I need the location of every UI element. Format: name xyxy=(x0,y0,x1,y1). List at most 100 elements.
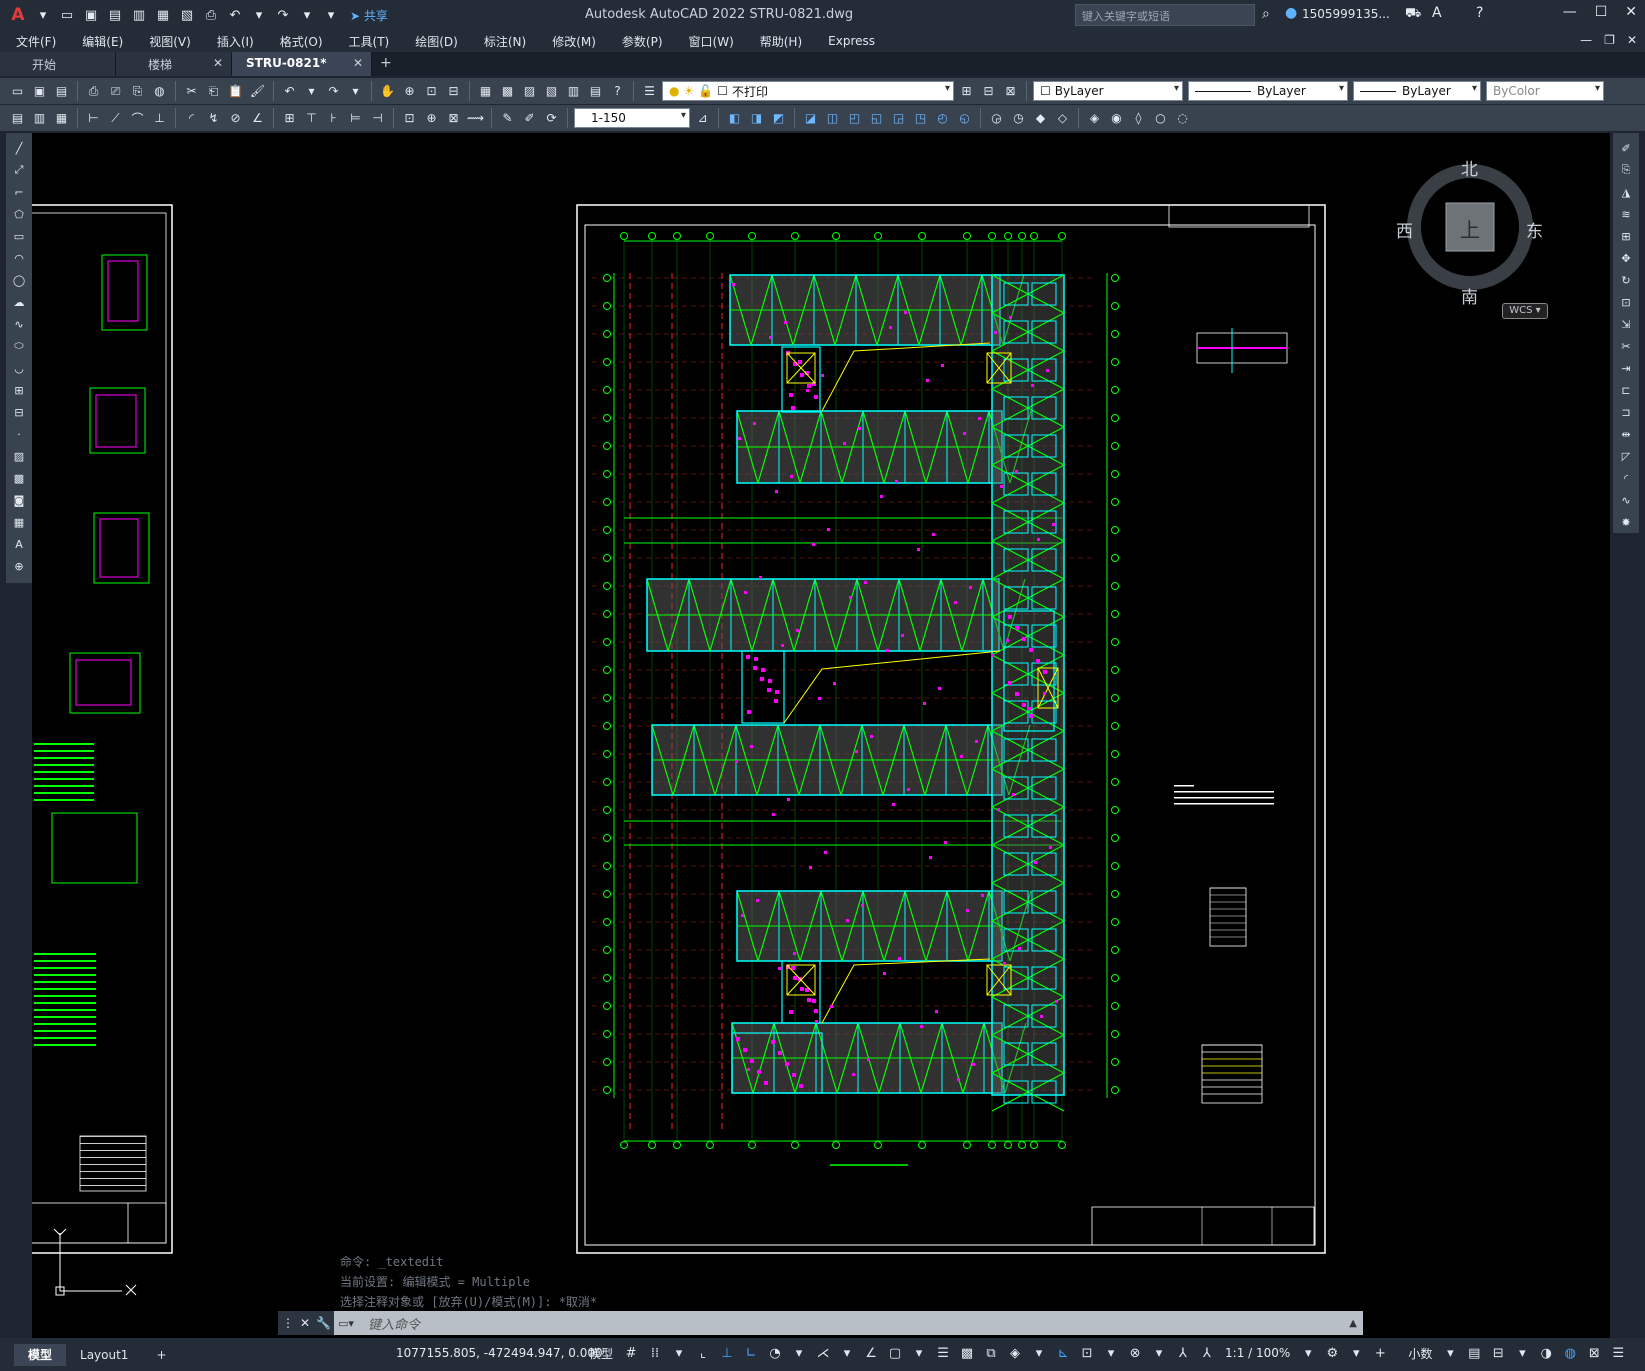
new-tab-plus-icon[interactable]: + xyxy=(372,52,400,76)
undo-icon[interactable]: ↶ xyxy=(224,4,246,26)
undo-dropdown-icon[interactable]: ▾ xyxy=(302,82,321,101)
table-icon[interactable]: ▦ xyxy=(9,513,29,531)
region-icon[interactable]: ◙ xyxy=(9,491,29,509)
viewcube-west[interactable]: 西 xyxy=(1396,217,1413,242)
new-file-icon[interactable]: ▭ xyxy=(56,4,78,26)
modify-icon[interactable]: ◱ xyxy=(867,109,886,128)
diameter-icon[interactable]: ⊘ xyxy=(226,109,245,128)
layer-state-icon[interactable]: ⊠ xyxy=(1001,82,1020,101)
minimize-icon[interactable]: — xyxy=(1563,4,1577,20)
linear-dimension-icon[interactable]: ⊢ xyxy=(84,109,103,128)
angular-icon[interactable]: ∠ xyxy=(248,109,267,128)
tool-palettes-icon[interactable]: ▨ xyxy=(520,82,539,101)
offset-icon[interactable]: ≋ xyxy=(1616,205,1636,223)
chevron-down-icon[interactable]: ▾ xyxy=(1512,1341,1532,1365)
chevron-down-icon[interactable]: ▾ xyxy=(1595,83,1600,94)
share-button[interactable]: ➤ 共享 xyxy=(350,7,388,24)
multiline-text-icon[interactable]: A xyxy=(9,535,29,553)
baseline-icon[interactable]: ⊤ xyxy=(302,109,321,128)
app-menu-chevron-icon[interactable]: ▾ xyxy=(32,4,54,26)
chevron-down-icon[interactable]: ▾ xyxy=(1339,83,1344,94)
make-current-layer-icon[interactable]: ⊞ xyxy=(957,82,976,101)
chevron-down-icon[interactable]: ▾ xyxy=(1440,1341,1460,1365)
break-icon[interactable]: ⊐ xyxy=(1616,403,1636,421)
layer-dropdown[interactable]: ● ☀ 🔓 ☐ 不打印 ▾ xyxy=(662,81,954,101)
dimension-update-icon[interactable]: ⟳ xyxy=(542,109,561,128)
stretch-icon[interactable]: ⇲ xyxy=(1616,315,1636,333)
gizmo-icon[interactable]: ⊗ xyxy=(1125,1341,1145,1365)
selection-cycling-icon[interactable]: ⧉ xyxy=(981,1341,1001,1365)
search-icon[interactable]: ⌕ xyxy=(1262,6,1270,22)
dimension-space-icon[interactable]: ⊨ xyxy=(346,109,365,128)
tab-model[interactable]: 模型 xyxy=(14,1343,67,1366)
modify-icon[interactable]: ◉ xyxy=(1107,109,1126,128)
dimension-break-icon[interactable]: ⊣ xyxy=(368,109,387,128)
doc-close-icon[interactable]: ✕ xyxy=(1627,33,1637,47)
linetype-dropdown[interactable]: ByLayer ▾ xyxy=(1188,81,1348,101)
arc-length-icon[interactable]: ⌒ xyxy=(128,109,147,128)
menu-parametric[interactable]: 参数(P) xyxy=(622,33,663,50)
units-dropdown[interactable]: 小数 xyxy=(1404,1345,1436,1362)
chevron-down-icon[interactable]: ▾ xyxy=(837,1341,857,1365)
calculator-icon[interactable]: ▤ xyxy=(586,82,605,101)
menu-edit[interactable]: 编辑(E) xyxy=(82,33,123,50)
customize-wrench-icon[interactable]: 🔧 xyxy=(316,1316,331,1330)
user-icon[interactable]: ● xyxy=(1285,5,1297,21)
undo-dropdown-icon[interactable]: ▾ xyxy=(248,4,270,26)
paste-icon[interactable]: 📋 xyxy=(226,82,245,101)
object-snap-icon[interactable]: ▢ xyxy=(885,1341,905,1365)
tab-stru-0821[interactable]: STRU-0821* ✕ xyxy=(232,52,372,76)
rotate-icon[interactable]: ↻ xyxy=(1616,271,1636,289)
dimension-edit-icon[interactable]: ✎ xyxy=(498,109,517,128)
tool-icon[interactable]: ▥ xyxy=(30,109,49,128)
quick-dimension-icon[interactable]: ⊞ xyxy=(280,109,299,128)
chamfer-icon[interactable]: ◸ xyxy=(1616,447,1636,465)
new-icon[interactable]: ▭ xyxy=(8,82,27,101)
markup-icon[interactable]: ▥ xyxy=(564,82,583,101)
modify-icon[interactable]: ◳ xyxy=(911,109,930,128)
copy-icon[interactable]: ⎗ xyxy=(204,82,223,101)
pan-icon[interactable]: ✋ xyxy=(378,82,397,101)
hatch-icon[interactable]: ▨ xyxy=(9,447,29,465)
gradient-icon[interactable]: ▩ xyxy=(9,469,29,487)
ellipse-icon[interactable]: ⬭ xyxy=(9,337,29,355)
dynamic-ucs-icon[interactable]: ⊾ xyxy=(1053,1341,1073,1365)
modify-icon[interactable]: ◩ xyxy=(769,109,788,128)
erase-icon[interactable]: ✐ xyxy=(1616,139,1636,157)
add-layout-plus-icon[interactable]: + xyxy=(142,1344,180,1366)
lineweight-icon[interactable]: ☰ xyxy=(933,1341,953,1365)
radius-icon[interactable]: ◜ xyxy=(182,109,201,128)
drawing-canvas[interactable]: 北 南 东 西 上 WCS ▾ xyxy=(32,133,1610,1338)
trim-icon[interactable]: ✂ xyxy=(1616,337,1636,355)
object-snap-tracking-icon[interactable]: ∠ xyxy=(861,1341,881,1365)
viewcube-south[interactable]: 南 xyxy=(1461,283,1478,308)
lock-icon[interactable]: 🔓 xyxy=(698,84,713,98)
array-icon[interactable]: ⊞ xyxy=(1616,227,1636,245)
spline-icon[interactable]: ∿ xyxy=(9,315,29,333)
redo-icon[interactable]: ↷ xyxy=(272,4,294,26)
mirror-icon[interactable]: ◮ xyxy=(1616,183,1636,201)
scale-icon[interactable]: ⊡ xyxy=(1616,293,1636,311)
close-icon[interactable]: ✕ xyxy=(1625,4,1637,20)
chevron-down-icon[interactable]: ▾ xyxy=(789,1341,809,1365)
match-properties-icon[interactable]: 🖌 xyxy=(248,82,267,101)
chevron-up-icon[interactable]: ▲ xyxy=(1349,1318,1363,1329)
modify-icon[interactable]: ◇ xyxy=(1053,109,1072,128)
sun-icon[interactable]: ☀ xyxy=(683,84,694,98)
modify-icon[interactable]: ○ xyxy=(1151,109,1170,128)
make-block-icon[interactable]: ⊟ xyxy=(9,403,29,421)
modify-icon[interactable]: ◴ xyxy=(933,109,952,128)
tab-start[interactable]: 开始 xyxy=(0,52,116,76)
modify-icon[interactable]: ◷ xyxy=(1009,109,1028,128)
save-icon[interactable]: ▤ xyxy=(104,4,126,26)
open-web-icon[interactable]: ▦ xyxy=(152,4,174,26)
doc-restore-icon[interactable]: ❐ xyxy=(1604,33,1615,47)
infer-constraints-icon[interactable]: ⌞ xyxy=(693,1341,713,1365)
isolate-objects-icon[interactable]: ◑ xyxy=(1536,1341,1556,1365)
annotation-scale[interactable]: 1:1 / 100% xyxy=(1221,1346,1294,1360)
quick-properties-icon[interactable]: ▤ xyxy=(1464,1341,1484,1365)
light-bulb-icon[interactable]: ● xyxy=(669,84,679,98)
open-icon[interactable]: ▣ xyxy=(30,82,49,101)
properties-icon[interactable]: ▦ xyxy=(476,82,495,101)
maximize-icon[interactable]: ☐ xyxy=(1595,4,1608,20)
